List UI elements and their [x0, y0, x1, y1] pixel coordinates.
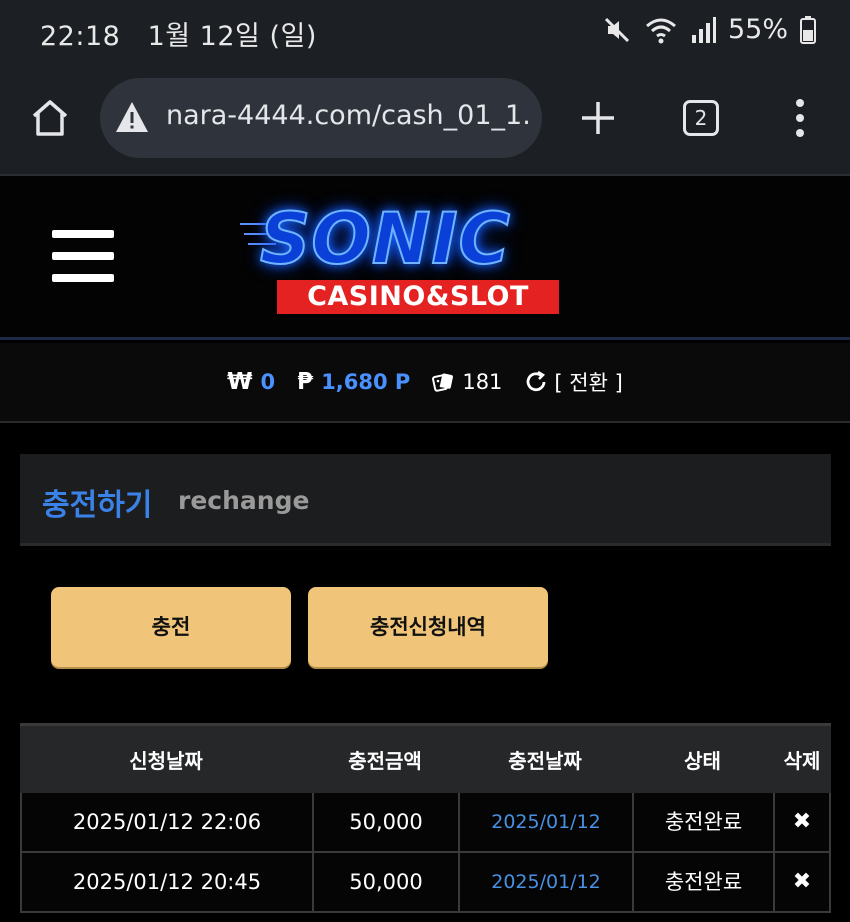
section-title-ko: 충전하기 — [42, 488, 153, 523]
point-balance: ₱ 1,680 P — [297, 369, 410, 395]
delete-icon[interactable]: ✖ — [773, 793, 831, 851]
home-icon[interactable] — [28, 96, 72, 140]
won-icon: ₩ — [227, 369, 253, 395]
charge-history-button[interactable]: 충전신청내역 — [308, 587, 548, 667]
switch-button[interactable]: [ 전환 ] — [554, 367, 622, 397]
status-icons: 55% — [602, 14, 816, 45]
signal-icon — [691, 16, 716, 43]
hamburger-icon[interactable] — [52, 230, 114, 284]
tabs-icon[interactable]: 2 — [683, 100, 719, 136]
cell-status: 충전완료 — [632, 853, 773, 911]
delete-icon[interactable]: ✖ — [773, 853, 831, 911]
won-value: 0 — [260, 370, 276, 394]
status-bar: 22:18 1월 12일 (일) 55% — [0, 0, 850, 70]
point-icon: ₱ — [297, 369, 314, 395]
charge-history-table: 신청날짜 충전금액 충전날짜 상태 삭제 2025/01/12 22:06 50… — [20, 723, 831, 913]
cell-request-date: 2025/01/12 20:45 — [20, 853, 312, 911]
dice-balance: 181 — [432, 370, 502, 394]
cell-charge-date: 2025/01/12 — [458, 853, 632, 911]
dice-value: 181 — [462, 370, 503, 394]
status-time: 22:18 — [40, 21, 121, 52]
browser-toolbar: nara-4444.com/cash_01_1. 2 — [0, 70, 850, 176]
cell-amount: 50,000 — [312, 853, 458, 911]
battery-icon — [800, 15, 816, 44]
charge-button[interactable]: 충전 — [51, 587, 291, 667]
status-date: 1월 12일 (일) — [147, 21, 317, 52]
warning-icon[interactable] — [114, 100, 150, 134]
wifi-icon — [646, 18, 676, 43]
address-bar[interactable]: nara-4444.com/cash_01_1. — [100, 78, 542, 158]
url-text[interactable]: nara-4444.com/cash_01_1. — [166, 100, 536, 131]
refresh-icon[interactable] — [524, 370, 548, 394]
dice-icon — [432, 373, 454, 392]
header-delete: 삭제 — [783, 749, 821, 773]
cell-request-date: 2025/01/12 22:06 — [20, 793, 312, 851]
plus-icon[interactable] — [578, 98, 618, 138]
table-row: 2025/01/12 20:45 50,000 2025/01/12 충전완료 … — [20, 853, 831, 913]
section-header: 충전하기 rechange — [20, 454, 831, 546]
section-title-en: rechange — [178, 486, 310, 515]
point-value: 1,680 P — [321, 370, 411, 394]
header-status: 상태 — [684, 749, 721, 773]
battery-percent: 55% — [727, 14, 788, 45]
cell-amount: 50,000 — [312, 793, 458, 851]
table-header: 신청날짜 충전금액 충전날짜 상태 삭제 — [20, 723, 831, 793]
logo-sub-text: CASINO&SLOT — [277, 280, 559, 314]
logo-main-text: SONIC — [259, 197, 511, 281]
header-charge-date: 충전날짜 — [508, 749, 582, 773]
switch-control[interactable]: [ 전환 ] — [524, 367, 623, 397]
balance-bar: ₩ 0 ₱ 1,680 P 181 [ 전환 ] — [0, 343, 850, 423]
header-request-date: 신청날짜 — [129, 749, 203, 773]
more-icon[interactable] — [790, 98, 810, 138]
site-header: SONIC CASINO&SLOT — [0, 176, 850, 340]
status-time-date: 22:18 1월 12일 (일) — [40, 14, 317, 53]
mute-icon — [604, 17, 630, 42]
table-row: 2025/01/12 22:06 50,000 2025/01/12 충전완료 … — [20, 793, 831, 853]
cell-charge-date: 2025/01/12 — [458, 793, 632, 851]
won-balance: ₩ 0 — [227, 369, 275, 395]
header-amount: 충전금액 — [348, 749, 422, 773]
site-logo[interactable]: SONIC CASINO&SLOT — [240, 197, 585, 318]
cell-status: 충전완료 — [632, 793, 773, 851]
